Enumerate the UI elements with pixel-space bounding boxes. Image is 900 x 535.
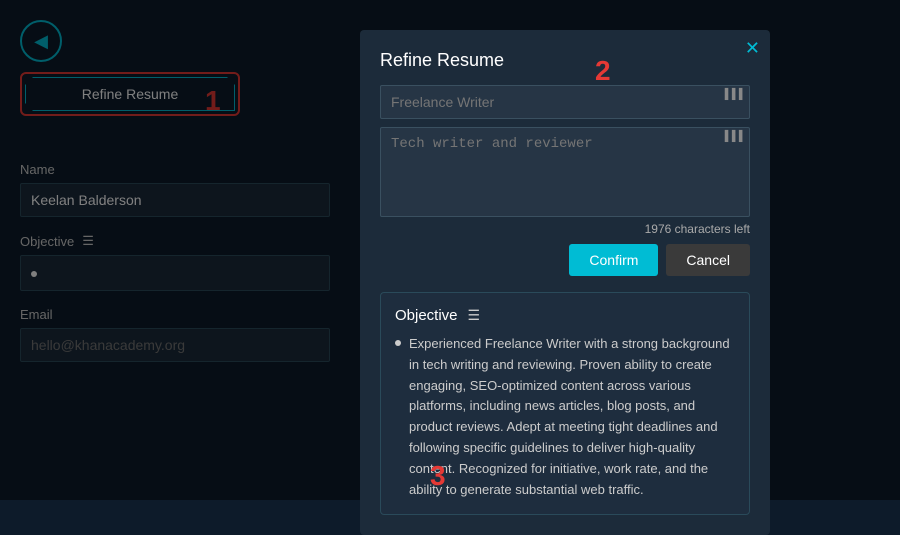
scroll-indicator-1: ▌▌▌	[725, 89, 746, 100]
objective-content: Experienced Freelance Writer with a stro…	[395, 334, 735, 500]
label-num-2: 2	[595, 55, 611, 87]
label-num-3: 3	[430, 460, 446, 492]
scroll-indicator-2: ▌▌▌	[725, 131, 746, 142]
close-icon: ✕	[745, 38, 760, 58]
modal-actions: Confirm Cancel	[380, 244, 750, 276]
modal: ✕ Refine Resume ▌▌▌ ▌▌▌ 1976 characters …	[360, 30, 770, 535]
close-button[interactable]: ✕	[745, 38, 760, 59]
chars-left: 1976 characters left	[380, 222, 750, 236]
modal-description-textarea[interactable]	[380, 127, 750, 217]
objective-bullet-row: Experienced Freelance Writer with a stro…	[395, 334, 735, 500]
objective-header: Objective ☰	[395, 307, 735, 324]
objective-text: Experienced Freelance Writer with a stro…	[409, 334, 735, 500]
modal-role-input[interactable]	[380, 85, 750, 119]
objective-bullet-dot	[395, 340, 401, 346]
cancel-button[interactable]: Cancel	[666, 244, 750, 276]
modal-title: Refine Resume	[380, 50, 750, 71]
confirm-button[interactable]: Confirm	[569, 244, 658, 276]
objective-panel-title: Objective	[395, 307, 458, 324]
objective-list-icon: ☰	[468, 307, 481, 324]
